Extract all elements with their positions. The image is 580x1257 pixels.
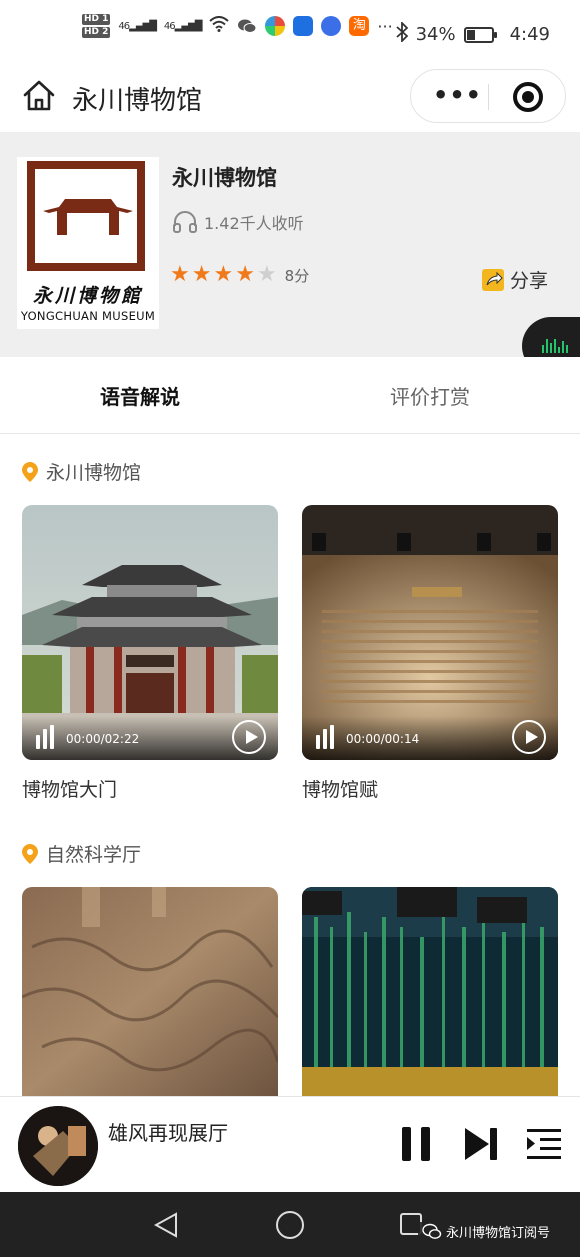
play-icon[interactable]: [232, 720, 266, 754]
star-icon: ★: [256, 262, 277, 287]
section-title-label: 自然科学厅: [46, 844, 142, 866]
audio-controls: 00:00/00:14: [302, 716, 558, 760]
logo-english: YONGCHUAN MUSEUM: [20, 309, 156, 323]
music-icon: [321, 16, 342, 36]
audio-wave-icon: [36, 725, 54, 749]
headphones-icon: [173, 211, 197, 233]
clock: 4:49: [509, 24, 550, 45]
tab-audio-guide[interactable]: 语音解说: [100, 381, 180, 412]
section-title: 自然科学厅: [22, 840, 141, 867]
share-button[interactable]: 分享: [481, 266, 548, 293]
hd2-badge: HD 2: [82, 27, 111, 38]
wechat-logo-icon: [422, 1223, 442, 1239]
audio-card-title[interactable]: 博物馆赋: [302, 775, 378, 802]
museum-logo: 永川博物館 YONGCHUAN MUSEUM: [17, 157, 159, 329]
relief-image: [22, 887, 278, 1096]
share-icon: [481, 268, 504, 291]
capsule-divider: [488, 84, 489, 110]
home-icon[interactable]: [22, 78, 56, 112]
shield-icon: [293, 16, 314, 36]
hd1-badge: HD 1: [82, 14, 111, 25]
audio-card[interactable]: 00:00/00:14: [302, 505, 558, 760]
battery-fill: [466, 29, 476, 40]
close-miniprogram-icon[interactable]: [513, 82, 543, 112]
status-left: HD 1 HD 2 46▂▄▆█ 46▂▄▆█ 淘 ···: [82, 14, 393, 38]
audio-card[interactable]: 00:00/02:22: [22, 505, 278, 760]
status-right: 34% 4:49: [395, 20, 550, 47]
listener-count-label: 1.42千人收听: [204, 214, 304, 233]
pause-icon[interactable]: [402, 1127, 432, 1161]
listener-count: 1.42千人收听: [172, 210, 304, 234]
wechat-icon: [237, 16, 258, 36]
player-cover-image[interactable]: [18, 1106, 98, 1186]
mini-player: 雄风再现展厅: [0, 1096, 580, 1192]
star-icon: ★: [191, 262, 212, 287]
signal2-label: 46: [163, 20, 176, 32]
status-bar: HD 1 HD 2 46▂▄▆█ 46▂▄▆█ 淘 ··· 34% 4:49: [0, 0, 580, 66]
home-circle-icon[interactable]: [276, 1211, 304, 1239]
signal-icon: 46▂▄▆█: [118, 20, 156, 32]
logo-calligraphy: 永川博物館: [32, 285, 143, 307]
star-icon: ★: [235, 262, 255, 287]
rating-score: 8分: [284, 266, 310, 285]
audio-time: 00:00/02:22: [66, 732, 140, 746]
signal-icon: 46▂▄▆█: [163, 20, 202, 32]
location-pin-icon: [22, 461, 38, 482]
tab-bar: 语音解说 评价打赏: [0, 357, 580, 434]
playlist-icon[interactable]: [526, 1127, 562, 1161]
star-icon: ★: [213, 262, 234, 287]
battery-percent: 34%: [415, 24, 456, 45]
player-title: 雄风再现展厅: [108, 1121, 228, 1145]
section-title-label: 永川博物馆: [46, 462, 142, 484]
wechat-account-tag[interactable]: 永川博物馆订阅号: [418, 1222, 551, 1241]
logo-roof-icon: [43, 199, 133, 235]
navigation-bar: 永川博物馆 •••: [0, 66, 580, 132]
wifi-icon: [209, 16, 230, 36]
audio-wave-icon: [316, 725, 334, 749]
star-icon: ★: [170, 262, 190, 287]
wechat-account-label: 永川博物馆订阅号: [446, 1226, 551, 1241]
audio-controls: 00:00/02:22: [22, 716, 278, 760]
pinwheel-icon: [265, 16, 286, 36]
museum-header: 永川博物館 YONGCHUAN MUSEUM 永川博物馆 1.42千人收听 ★ ★…: [0, 132, 580, 357]
more-menu-icon[interactable]: •••: [433, 83, 482, 107]
audio-bars-icon: [542, 339, 568, 353]
tab-reviews[interactable]: 评价打赏: [390, 381, 470, 410]
signal1-label: 46: [118, 20, 130, 32]
section-title: 永川博物馆: [22, 458, 141, 485]
audio-card-title[interactable]: 博物馆大门: [22, 775, 117, 802]
next-track-icon[interactable]: [463, 1127, 499, 1161]
audio-card[interactable]: [22, 887, 278, 1096]
taobao-icon: 淘: [349, 16, 370, 36]
share-label: 分享: [509, 270, 548, 292]
page-title: 永川博物馆: [72, 86, 203, 116]
location-pin-icon: [22, 843, 38, 864]
play-icon[interactable]: [512, 720, 546, 754]
back-icon[interactable]: [154, 1212, 178, 1238]
system-navigation-bar: 永川博物馆订阅号: [0, 1192, 580, 1257]
more-notifications: ···: [377, 16, 393, 36]
bamboo-forest-image: [302, 887, 558, 1096]
star-rating: ★ ★ ★ ★ ★ 8分: [170, 264, 309, 286]
miniprogram-capsule: •••: [410, 69, 566, 123]
audio-time: 00:00/00:14: [346, 732, 420, 746]
battery-icon: [463, 26, 497, 43]
hd-indicator: HD 1 HD 2: [82, 14, 111, 38]
bluetooth-icon: [395, 20, 408, 47]
museum-name: 永川博物馆: [172, 166, 277, 190]
audio-card[interactable]: [302, 887, 558, 1096]
